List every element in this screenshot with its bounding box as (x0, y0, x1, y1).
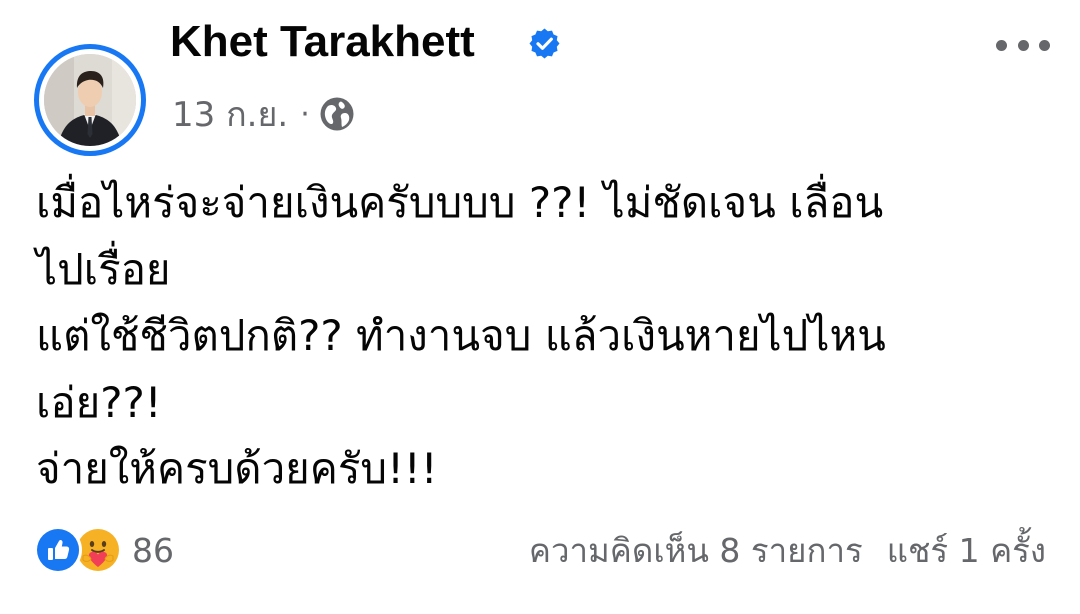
verified-badge-icon (529, 28, 560, 59)
reaction-count: 86 (132, 530, 174, 570)
post-line: จ่ายให้ครบด้วยครับ!!! (36, 444, 438, 493)
meta-separator: · (300, 96, 310, 132)
reactions-summary[interactable]: 86 (34, 526, 174, 574)
more-horizontal-icon (1039, 39, 1050, 51)
more-horizontal-icon (1017, 39, 1029, 51)
author-name[interactable]: Khet Tarakhett (170, 12, 475, 72)
avatar-photo (44, 54, 136, 146)
post-line: เอ่ย??! (36, 377, 162, 427)
more-horizontal-icon (996, 39, 1007, 51)
post-body: เมื่อไหร่จะจ่ายเงินครับบบบ ??! ไม่ชัดเจน… (36, 170, 1046, 503)
post-meta: 13 ก.ย. · (172, 88, 356, 140)
shares-count-link[interactable]: แชร์ 1 ครั้ง (887, 524, 1046, 577)
engagement-stats: ความคิดเห็น 8 รายการ แชร์ 1 ครั้ง (529, 526, 1046, 574)
globe-icon[interactable] (318, 95, 356, 133)
like-icon (34, 526, 82, 574)
more-options-button[interactable] (996, 30, 1050, 60)
post-line: ไปเรื่อย (36, 244, 171, 294)
post-date[interactable]: 13 ก.ย. (172, 87, 288, 141)
post-line: แต่ใช้ชีวิตปกติ?? ทำงานจบ แล้วเงินหายไปไ… (36, 311, 886, 360)
post-line: เมื่อไหร่จะจ่ายเงินครับบบบ ??! ไม่ชัดเจน… (36, 178, 884, 227)
author-avatar[interactable] (34, 44, 146, 156)
comments-count-link[interactable]: ความคิดเห็น 8 รายการ (529, 524, 863, 577)
